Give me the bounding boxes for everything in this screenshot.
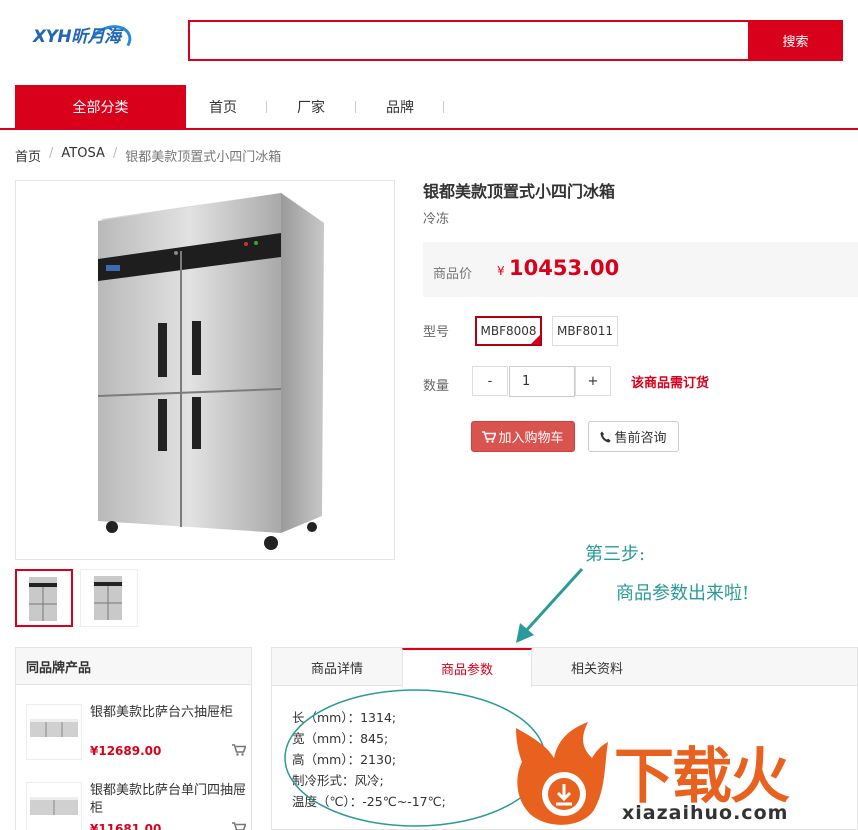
watermark-flame-icon xyxy=(516,722,608,825)
currency-symbol: ¥ xyxy=(497,264,505,278)
nav-item-brand[interactable]: 品牌 xyxy=(386,85,414,128)
list-item[interactable]: 银都美款比萨台六抽屉柜 ¥12689.00 xyxy=(26,704,246,764)
breadcrumb-separator: / xyxy=(49,146,54,161)
fridge-thumb-image xyxy=(94,576,122,620)
breadcrumb-home[interactable]: 首页 xyxy=(15,146,41,165)
all-categories-button[interactable]: 全部分类 xyxy=(15,85,186,128)
product-price: 10453.00 xyxy=(509,256,620,280)
same-brand-title: 同品牌产品 xyxy=(16,648,251,685)
order-required-note: 该商品需订货 xyxy=(631,376,710,391)
product-price: ¥11681.00 xyxy=(90,822,162,830)
model-option-mbf8008[interactable]: MBF8008 xyxy=(475,316,542,346)
quantity-label: 数量 xyxy=(423,379,450,394)
nav-item-home[interactable]: 首页 xyxy=(209,85,237,128)
tab-details[interactable]: 商品详情 xyxy=(272,648,402,686)
nav-divider xyxy=(355,101,356,113)
presale-consult-button[interactable]: 售前咨询 xyxy=(588,421,679,452)
fridge-thumb-image xyxy=(29,577,57,621)
selected-check-icon xyxy=(531,335,540,344)
model-option-label: MBF8011 xyxy=(556,324,614,338)
product-name[interactable]: 银都美款比萨台单门四抽屉柜 xyxy=(90,782,250,818)
breadcrumb-brand[interactable]: ATOSA xyxy=(61,146,104,165)
annotation-text: 商品参数出来啦! xyxy=(616,583,750,604)
nav-divider xyxy=(443,101,444,113)
list-item[interactable]: 银都美款比萨台单门四抽屉柜 ¥11681.00 xyxy=(26,782,246,830)
quantity-input[interactable]: 1 xyxy=(509,366,575,397)
breadcrumb-current: 银都美款顶置式小四门冰箱 xyxy=(125,150,282,165)
search-button[interactable]: 搜索 xyxy=(748,20,843,61)
quantity-increase-button[interactable]: + xyxy=(575,366,611,396)
cart-icon xyxy=(482,430,497,443)
counter-fridge-image xyxy=(30,719,78,737)
model-option-mbf8011[interactable]: MBF8011 xyxy=(552,316,618,346)
nav-item-manufacturer[interactable]: 厂家 xyxy=(297,85,325,128)
product-title: 银都美款顶置式小四门冰箱 xyxy=(423,182,616,201)
quantity-decrease-button[interactable]: - xyxy=(472,366,508,396)
watermark-url: xiazaihuo.com xyxy=(622,802,789,824)
model-option-label: MBF8008 xyxy=(480,324,537,338)
annotation-step: 第三步: xyxy=(585,544,646,565)
fridge-image xyxy=(97,193,324,550)
product-thumb xyxy=(26,704,82,760)
tab-params[interactable]: 商品参数 xyxy=(402,648,532,687)
tab-related[interactable]: 相关资料 xyxy=(532,648,662,686)
presale-consult-label: 售前咨询 xyxy=(614,431,667,446)
cart-icon[interactable] xyxy=(232,822,246,830)
product-price: ¥12689.00 xyxy=(90,744,162,758)
thumbnail-1[interactable] xyxy=(15,569,73,627)
product-main-image xyxy=(15,180,395,560)
product-name[interactable]: 银都美款比萨台六抽屉柜 xyxy=(90,704,250,722)
annotation-arrow-icon xyxy=(516,567,584,643)
counter-fridge-image xyxy=(30,797,78,815)
phone-icon xyxy=(600,431,612,442)
price-box: 商品价 ¥ 10453.00 xyxy=(423,242,858,297)
breadcrumb-separator: / xyxy=(112,146,118,161)
same-brand-panel: 同品牌产品 银都美款比萨台六抽屉柜 ¥12689.00 银都美款比萨台单门四抽屉… xyxy=(15,647,252,830)
product-thumb xyxy=(26,782,82,830)
cart-icon[interactable] xyxy=(232,744,246,756)
model-label: 型号 xyxy=(423,325,450,340)
nav-divider xyxy=(266,101,267,113)
search-input[interactable] xyxy=(188,20,748,61)
logo-text: XYH昕月海 xyxy=(33,27,121,47)
tab-bar: 商品详情 商品参数 相关资料 xyxy=(272,648,857,687)
add-to-cart-label: 加入购物车 xyxy=(498,431,564,446)
thumbnail-2[interactable] xyxy=(80,569,138,627)
product-subtitle: 冷冻 xyxy=(423,212,450,227)
main-nav: 全部分类 首页 厂家 品牌 xyxy=(0,85,858,130)
price-label: 商品价 xyxy=(433,267,473,282)
add-to-cart-button[interactable]: 加入购物车 xyxy=(471,421,575,452)
breadcrumb: 首页 / ATOSA / 银都美款顶置式小四门冰箱 xyxy=(15,146,281,165)
